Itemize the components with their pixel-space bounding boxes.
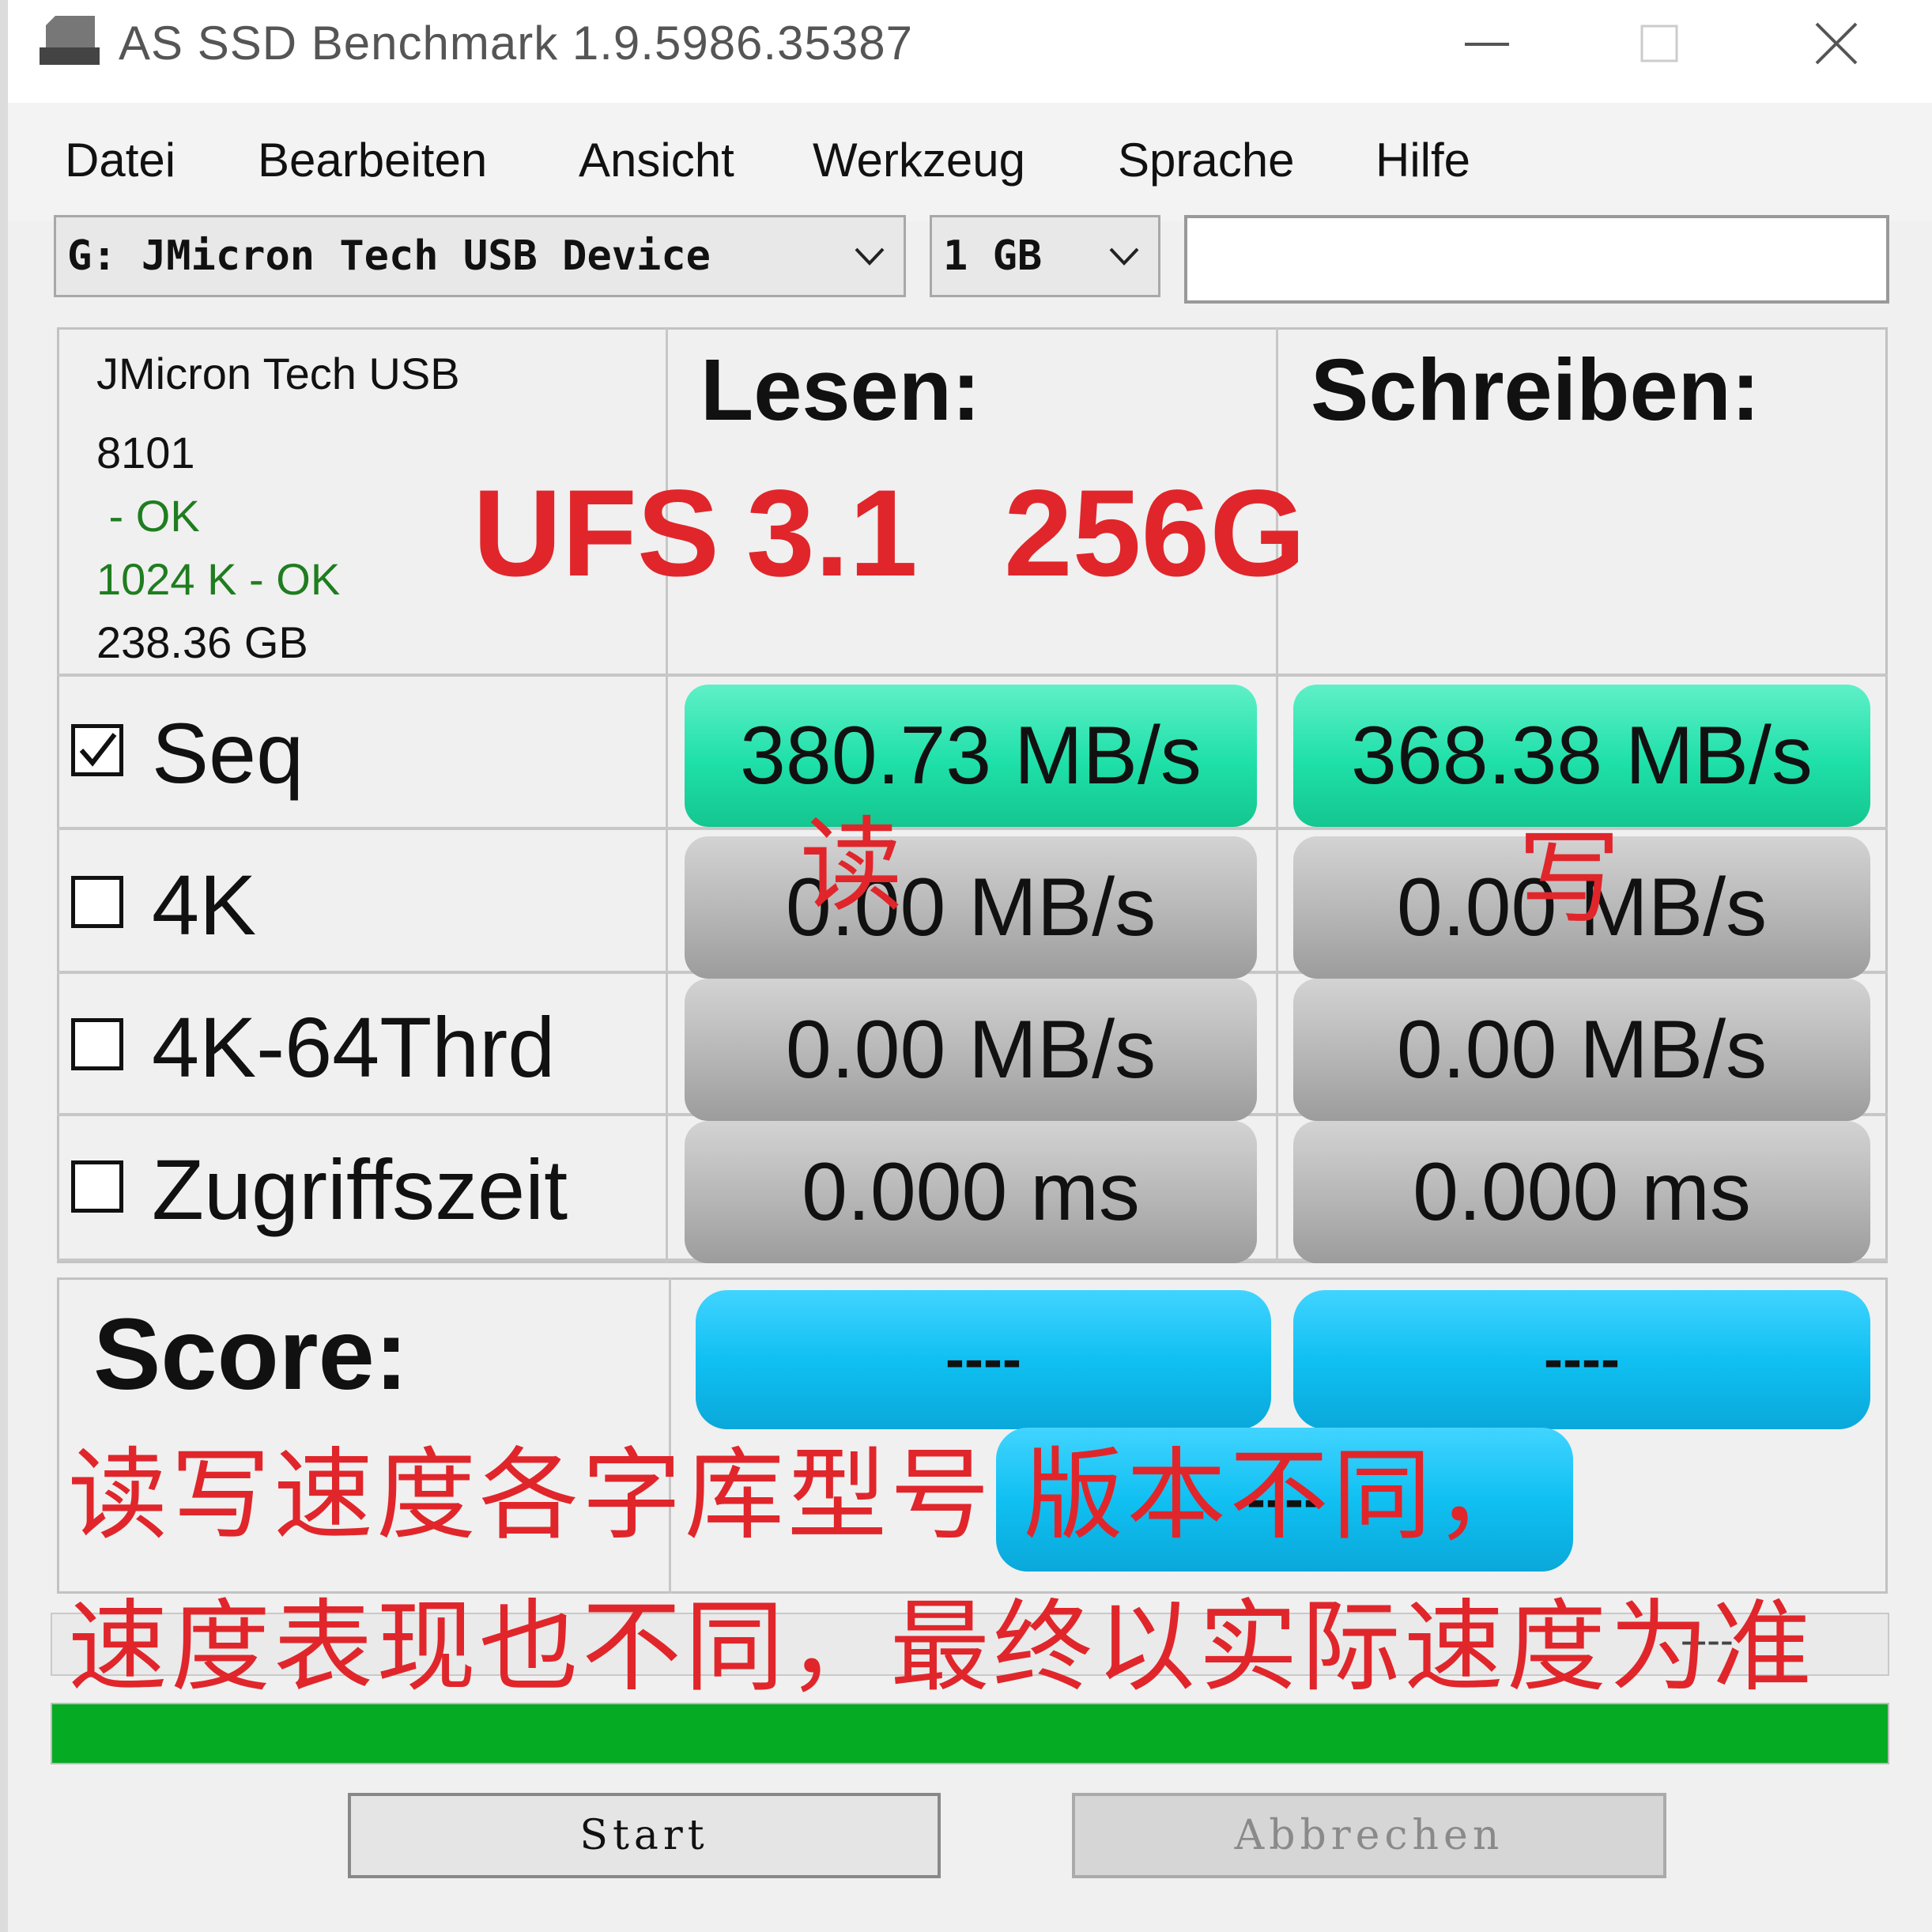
chevron-down-icon [1109, 247, 1139, 266]
row-label-4k: 4K [152, 857, 257, 953]
chevron-down-icon [855, 247, 885, 266]
overlay-note-line2: 速度表现也不同，最终以实际速度为准 [68, 1591, 1815, 1703]
drive-alignment-ok: 1024 K - OK [96, 554, 341, 604]
4k-checkbox[interactable] [71, 876, 123, 928]
overlay-model-ufs: UFS [473, 465, 719, 602]
4k64-read-result: 0.00 MB/s [685, 979, 1257, 1121]
row-label-seq: Seq [152, 705, 304, 801]
write-header: Schreiben: [1311, 341, 1760, 439]
seq-checkbox[interactable] [71, 724, 123, 776]
access-read-result: 0.000 ms [685, 1121, 1257, 1263]
row-label-zugriffszeit: Zugriffszeit [152, 1141, 568, 1237]
window-title: AS SSD Benchmark 1.9.5986.35387 [119, 17, 913, 70]
maximize-icon [1640, 25, 1678, 62]
close-icon [1815, 22, 1858, 65]
seq-read-result: 380.73 MB/s [685, 685, 1257, 827]
access-write-result: 0.000 ms [1293, 1121, 1870, 1263]
menu-datei[interactable]: Datei [65, 133, 175, 187]
overlay-model-capacity: 256G [1004, 465, 1306, 602]
drive-firmware: 8101 [96, 428, 195, 477]
score-label: Score: [93, 1298, 409, 1411]
drive-select[interactable]: G: JMicron Tech USB Device [54, 215, 906, 297]
menu-hilfe[interactable]: Hilfe [1375, 133, 1470, 187]
score-write: ---- [1293, 1290, 1870, 1429]
minimize-icon [1465, 43, 1509, 46]
minimize-button[interactable] [1443, 16, 1530, 71]
progress-fill [52, 1704, 1888, 1763]
read-header: Lesen: [700, 341, 981, 439]
check-icon [79, 733, 117, 767]
start-button[interactable]: Start [348, 1793, 941, 1878]
row-label-4k64thrd: 4K-64Thrd [152, 999, 556, 1095]
access-time-checkbox[interactable] [71, 1160, 123, 1213]
overlay-read-mark: 读 [800, 808, 907, 923]
maximize-button[interactable] [1616, 16, 1703, 71]
drive-icon [40, 16, 100, 65]
cancel-button[interactable]: Abbrechen [1072, 1793, 1666, 1878]
menu-sprache[interactable]: Sprache [1118, 133, 1294, 187]
overlay-model-version: 3.1 [746, 465, 918, 602]
4k64-write-result: 0.00 MB/s [1293, 979, 1870, 1121]
grid-divider [57, 674, 1888, 677]
size-select-value: 1 GB [943, 232, 1043, 280]
menu-ansicht[interactable]: Ansicht [579, 133, 734, 187]
overlay-write-mark: 写 [1518, 821, 1624, 936]
close-button[interactable] [1793, 16, 1880, 71]
4k-read-result: 0.00 MB/s [685, 836, 1257, 979]
path-field[interactable] [1184, 215, 1889, 304]
drive-capacity: 238.36 GB [96, 617, 308, 667]
menu-bearbeiten[interactable]: Bearbeiten [258, 133, 487, 187]
drive-status-ok: - OK [96, 491, 200, 541]
overlay-note-line1: 读写速度各字库型号 版本不同， [68, 1440, 1538, 1551]
4k64-checkbox[interactable] [71, 1018, 123, 1070]
score-read: ---- [696, 1290, 1271, 1429]
drive-name: JMicron Tech USB [96, 349, 460, 398]
drive-select-value: G: JMicron Tech USB Device [67, 232, 711, 280]
size-select[interactable]: 1 GB [930, 215, 1160, 297]
window-border [0, 0, 8, 1932]
menu-werkzeug[interactable]: Werkzeug [813, 133, 1025, 187]
